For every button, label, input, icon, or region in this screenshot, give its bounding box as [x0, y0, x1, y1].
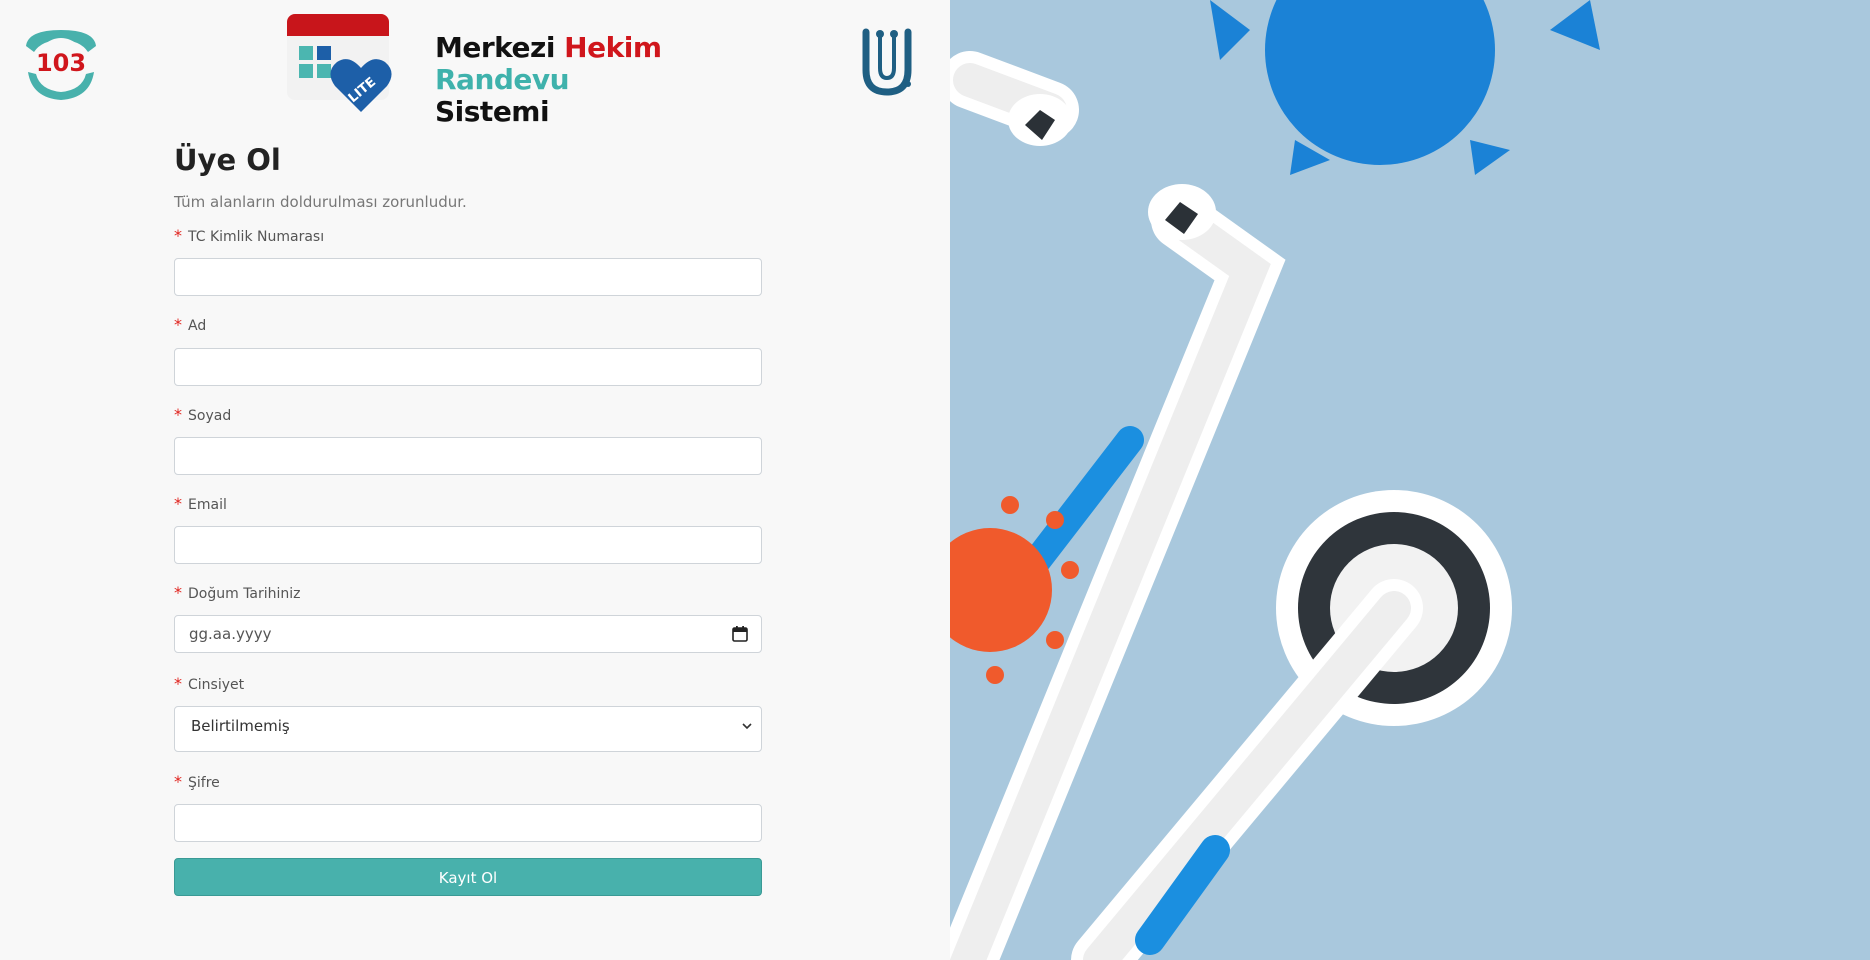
- required-marker: *: [174, 583, 182, 602]
- svg-text:103: 103: [36, 49, 86, 77]
- required-marker: *: [174, 674, 182, 693]
- email-input[interactable]: [174, 526, 762, 564]
- required-marker: *: [174, 494, 182, 513]
- chevron-down-icon: [742, 723, 752, 730]
- page-title: Üye Ol: [174, 143, 281, 177]
- password-input[interactable]: [174, 804, 762, 842]
- cinsiyet-label: * Cinsiyet: [174, 674, 245, 694]
- required-marker: *: [174, 405, 182, 424]
- brand-logo: LITE Merkezi Hekim Randevu Sistemi: [285, 12, 685, 128]
- email-label: * Email: [174, 494, 227, 514]
- phone-icon: 103: [26, 30, 96, 100]
- left-pane: 103 LITE Merkezi Hekim Randevu Sistemi Ü…: [0, 0, 950, 960]
- form-subtitle: Tüm alanların doldurulması zorunludur.: [174, 193, 467, 211]
- hotline-103-logo: 103: [18, 24, 104, 102]
- required-marker: *: [174, 772, 182, 791]
- soyad-label: * Soyad: [174, 405, 232, 425]
- soyad-input[interactable]: [174, 437, 762, 475]
- ad-input[interactable]: [174, 348, 762, 386]
- stethoscope-virus-illustration: [950, 0, 1600, 960]
- calendar-heart-logo-icon: LITE: [287, 14, 392, 112]
- tc-input[interactable]: [174, 258, 762, 296]
- calendar-icon[interactable]: [731, 625, 749, 643]
- illustration-panel: [950, 0, 1870, 960]
- u-logo: [858, 26, 916, 98]
- birthdate-placeholder: gg.aa.yyyy: [189, 625, 272, 643]
- register-button[interactable]: Kayıt Ol: [174, 858, 762, 896]
- register-form-header: Üye Ol Tüm alanların doldurulması zorunl…: [174, 140, 762, 212]
- tc-label: * TC Kimlik Numarası: [174, 226, 325, 246]
- sifre-label: * Şifre: [174, 772, 220, 792]
- dogum-label: * Doğum Tarihiniz: [174, 583, 301, 603]
- gender-select-value: Belirtilmemiş: [191, 717, 290, 735]
- blue-virus-icon: [1210, 0, 1600, 175]
- orange-virus-icon: [950, 496, 1079, 684]
- ad-label: * Ad: [174, 315, 207, 335]
- brand-name: Merkezi Hekim Randevu Sistemi: [435, 31, 662, 128]
- birthdate-input[interactable]: gg.aa.yyyy: [174, 615, 762, 653]
- required-marker: *: [174, 226, 182, 245]
- gender-select[interactable]: Belirtilmemiş: [174, 706, 762, 752]
- required-marker: *: [174, 315, 182, 334]
- u-circuit-logo-icon: [862, 28, 912, 96]
